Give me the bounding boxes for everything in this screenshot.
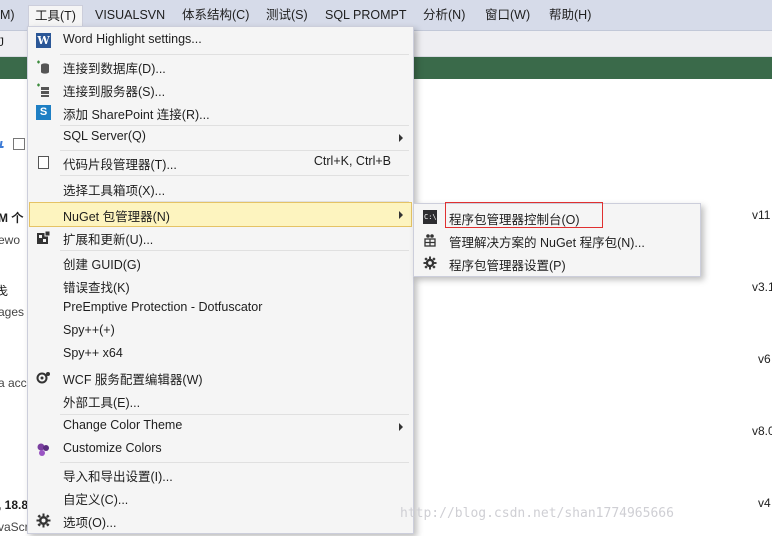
menu-item-options[interactable]: 选项(O)... [30,509,411,532]
snippet-icon [38,156,49,169]
menu-item-change-color-theme[interactable]: Change Color Theme [30,415,411,438]
separator [60,201,409,202]
menu-visualsvn[interactable]: VISUALSVN [89,5,171,26]
menu-item-word-highlight[interactable]: W Word Highlight settings... [30,29,411,52]
menu-item-label: WCF 服务配置编辑器(W) [63,373,203,387]
bg-text-fragment: a acc [0,376,27,390]
menu-item-add-sharepoint[interactable]: S 添加 SharePoint 连接(R)... [30,101,411,124]
database-connect-icon [36,59,51,74]
menu-item-truncated[interactable]: M) [0,5,21,26]
menu-item-connect-server[interactable]: 连接到服务器(S)... [30,78,411,101]
bg-text-fragment: M 个 [0,211,24,225]
menu-item-external-tools[interactable]: 外部工具(E)... [30,389,411,412]
menu-item-dotfuscator[interactable]: PreEmptive Protection - Dotfuscator [30,297,411,320]
menu-sql-prompt[interactable]: SQL PROMPT [319,5,413,26]
menu-item-manage-nuget-packages[interactable]: 管理解决方案的 NuGet 程序包(N)... [416,229,698,251]
menu-item-label: Spy++ x64 [63,346,123,360]
version-label: v8.0 [752,424,772,438]
background-checkbox[interactable] [13,138,25,150]
menu-item-label: 创建 GUID(G) [63,258,141,272]
menu-item-label: 连接到服务器(S)... [63,85,166,99]
toolbar-fragment: J [0,35,4,49]
menu-item-label: Change Color Theme [63,418,183,432]
wcf-icon [36,370,51,385]
menu-item-label: Customize Colors [63,441,162,455]
menu-analyze[interactable]: 分析(N) [417,5,471,26]
extensions-icon [36,230,51,245]
bg-text-fragment: ewo [0,233,21,247]
bg-text-fragment: ages [0,305,25,319]
menu-test[interactable]: 测试(S) [260,5,314,26]
menu-item-nuget[interactable]: NuGet 包管理器(N) [29,202,412,227]
submenu-arrow-icon [399,211,403,219]
menu-item-label: SQL Server(Q) [63,129,146,143]
nuget-packages-icon [423,233,437,247]
menu-item-choose-toolbox[interactable]: 选择工具箱项(X)... [30,177,411,200]
tools-menu: W Word Highlight settings... 连接到数据库(D)..… [27,26,414,534]
menu-architecture[interactable]: 体系结构(C) [176,5,255,26]
separator [60,175,409,176]
watermark: http://blog.csdn.net/shan1774965666 [400,506,674,521]
menu-item-label: PreEmptive Protection - Dotfuscator [63,300,263,314]
menu-item-label: 管理解决方案的 NuGet 程序包(N)... [449,236,645,250]
menu-item-label: 错误查找(K) [63,281,130,295]
menu-item-label: 自定义(C)... [63,493,129,507]
gear-icon [36,513,51,528]
submenu-arrow-icon [399,134,403,142]
menu-item-spy-x64[interactable]: Spy++ x64 [30,343,411,366]
menu-item-extensions[interactable]: 扩展和更新(U)... [30,226,411,249]
bg-text-fragment: 戋 [0,284,9,298]
menu-item-customize[interactable]: 自定义(C)... [30,486,411,509]
menu-item-create-guid[interactable]: 创建 GUID(G) [30,251,411,274]
menu-item-label: 连接到数据库(D)... [63,62,166,76]
bg-text-fragment: , 18.8 [0,498,29,512]
check-mark-icon [0,141,5,148]
menu-item-label: 扩展和更新(U)... [63,233,154,247]
menu-item-wcf-editor[interactable]: WCF 服务配置编辑器(W) [30,366,411,389]
menu-item-sql-server[interactable]: SQL Server(Q) [30,126,411,149]
server-connect-icon [36,82,51,97]
version-label: v4 [758,496,771,510]
version-label: v11 [752,208,771,222]
menu-item-package-manager-settings[interactable]: 程序包管理器设置(P) [416,252,698,274]
menu-item-connect-database[interactable]: 连接到数据库(D)... [30,55,411,78]
menu-item-error-lookup[interactable]: 错误查找(K) [30,274,411,297]
menu-item-label: 选择工具箱项(X)... [63,184,166,198]
highlight-box [445,202,603,228]
menu-item-label: 程序包管理器设置(P) [449,259,566,273]
submenu-arrow-icon [399,423,403,431]
menu-item-label: 外部工具(E)... [63,396,141,410]
menu-item-label: 导入和导出设置(I)... [63,470,173,484]
menu-item-label: 添加 SharePoint 连接(R)... [63,108,210,122]
menu-item-label: 代码片段管理器(T)... [63,158,177,172]
menu-item-label: NuGet 包管理器(N) [63,210,170,224]
console-icon: C:\ [423,210,437,224]
menu-item-spy[interactable]: Spy++(+) [30,320,411,343]
menu-window[interactable]: 窗口(W) [479,5,536,26]
version-label: v6 [758,352,771,366]
shortcut-label: Ctrl+K, Ctrl+B [313,154,391,168]
menu-item-customize-colors[interactable]: Customize Colors [30,438,411,461]
version-label: v3.1 [752,280,772,294]
gear-icon [423,256,437,270]
word-icon: W [36,33,51,48]
menu-item-snippet-manager[interactable]: 代码片段管理器(T)... Ctrl+K, Ctrl+B [30,151,411,174]
menu-item-import-export[interactable]: 导入和导出设置(I)... [30,463,411,486]
menu-item-label: 选项(O)... [63,516,117,530]
menu-item-label: Word Highlight settings... [63,32,202,46]
menu-item-label: Spy++(+) [63,323,115,337]
menu-help[interactable]: 帮助(H) [543,5,597,26]
colors-icon [36,442,51,457]
sharepoint-icon: S [36,105,51,120]
